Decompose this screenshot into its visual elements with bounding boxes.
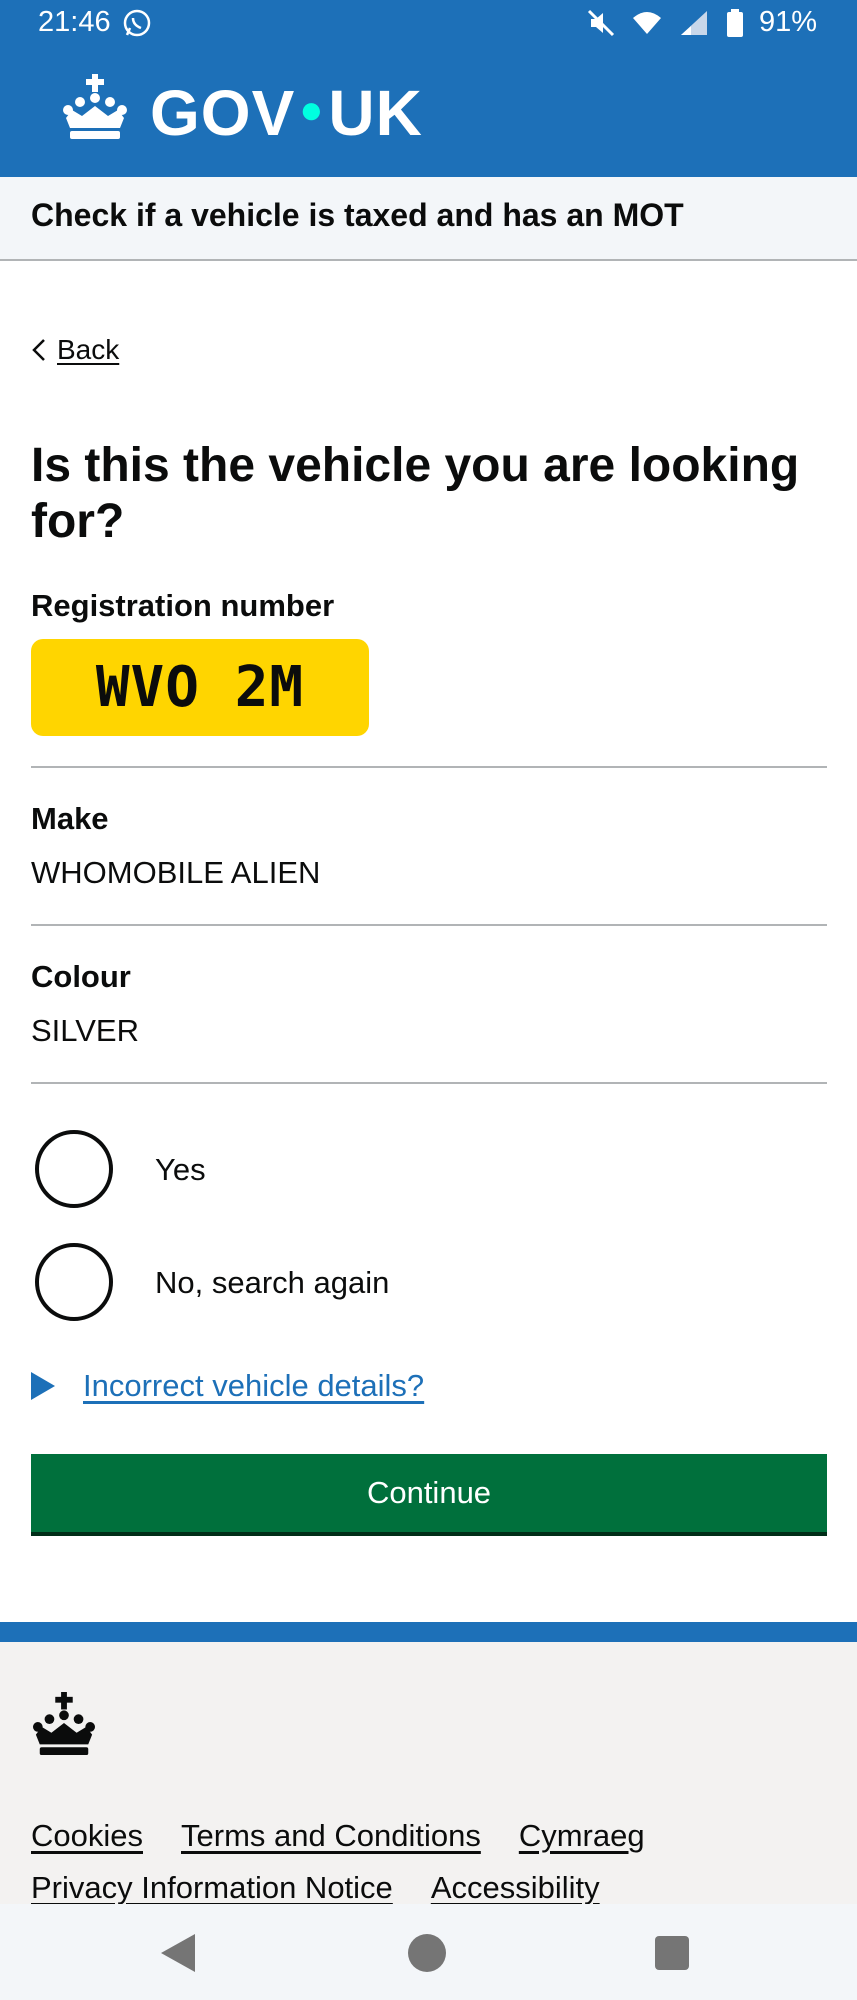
chevron-left-icon xyxy=(32,339,45,361)
nav-back-icon[interactable] xyxy=(161,1934,195,1972)
nav-home-icon[interactable] xyxy=(408,1934,446,1972)
divider xyxy=(31,924,827,926)
footer-top-border xyxy=(0,1622,857,1642)
crown-icon xyxy=(63,74,127,139)
crown-icon xyxy=(32,1692,96,1756)
radio-yes[interactable] xyxy=(35,1130,113,1208)
summary-key-colour: Colour xyxy=(31,959,131,994)
triangle-right-icon xyxy=(31,1372,55,1400)
back-link-label: Back xyxy=(57,334,120,365)
service-name-link[interactable]: Check if a vehicle is taxed and has an M… xyxy=(31,197,684,234)
footer: Cookies Terms and Conditions Cymraeg Pri… xyxy=(0,1642,857,1904)
summary-value-make: WHOMOBILE ALIEN xyxy=(31,855,321,890)
summary-value-colour: SILVER xyxy=(31,1013,139,1048)
incorrect-details-summary[interactable]: Incorrect vehicle details? xyxy=(83,1368,424,1404)
govuk-logo-dot: ● xyxy=(299,88,325,132)
page-title: Is this the vehicle you are looking for? xyxy=(31,439,800,548)
registration-label: Registration number xyxy=(31,588,335,623)
battery-icon xyxy=(726,8,743,37)
footer-link-accessibility[interactable]: Accessibility xyxy=(431,1870,600,1904)
signal-icon xyxy=(680,10,707,35)
divider xyxy=(31,766,827,768)
footer-link-cymraeg[interactable]: Cymraeg xyxy=(519,1818,645,1854)
battery-level: 91% xyxy=(758,6,817,38)
incorrect-details-toggle[interactable]: Incorrect vehicle details? xyxy=(31,1368,424,1404)
back-link[interactable]: Back xyxy=(31,334,119,366)
govuk-logo-link[interactable]: GOV ●UK xyxy=(150,70,423,153)
status-icons: 91% xyxy=(587,6,817,39)
footer-link-cookies[interactable]: Cookies xyxy=(31,1818,143,1854)
registration-plate: WVO 2M xyxy=(31,639,369,736)
footer-links-row-2: Privacy Information Notice Accessibility xyxy=(31,1870,600,1904)
radio-yes-label[interactable]: Yes xyxy=(155,1152,206,1188)
govuk-logo-text-left: GOV xyxy=(150,77,296,149)
whatsapp-icon xyxy=(123,9,151,37)
status-bar: 21:46 91% xyxy=(0,0,857,46)
mute-icon xyxy=(587,9,615,36)
govuk-header: GOV ●UK xyxy=(0,46,857,177)
divider xyxy=(31,1082,827,1084)
nav-recents-icon[interactable] xyxy=(655,1936,689,1970)
footer-link-terms[interactable]: Terms and Conditions xyxy=(181,1818,481,1854)
wifi-icon xyxy=(632,11,661,34)
continue-button[interactable]: Continue xyxy=(31,1454,827,1532)
footer-links-row-1: Cookies Terms and Conditions Cymraeg xyxy=(31,1818,645,1854)
radio-search-again-label[interactable]: No, search again xyxy=(155,1265,389,1301)
android-nav-bar xyxy=(0,1904,857,2000)
status-time: 21:46 xyxy=(38,6,111,38)
summary-key-make: Make xyxy=(31,801,109,836)
service-navigation: Check if a vehicle is taxed and has an M… xyxy=(0,177,857,261)
govuk-logo-text-right: UK xyxy=(328,77,423,149)
radio-search-again[interactable] xyxy=(35,1243,113,1321)
footer-link-privacy[interactable]: Privacy Information Notice xyxy=(31,1870,393,1904)
